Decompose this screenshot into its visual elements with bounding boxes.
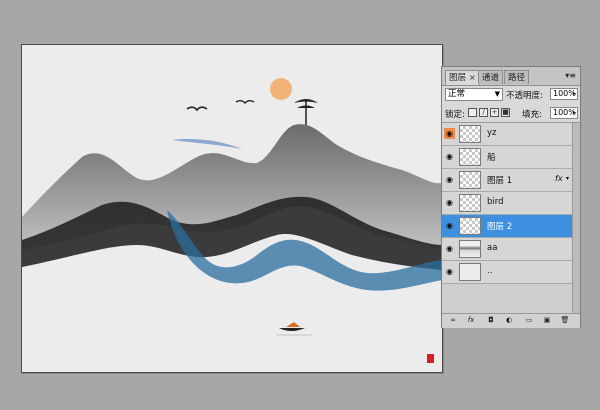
fx-icon[interactable]: fx	[555, 174, 563, 183]
layer-row-yz[interactable]: ◉ yz	[442, 123, 572, 146]
layer-thumbnail	[459, 217, 481, 235]
layer-row-bird[interactable]: ◉ bird	[442, 192, 572, 215]
red-seal-stamp	[427, 354, 434, 363]
lock-all-icon[interactable]: ■	[501, 108, 510, 117]
lock-label: 锁定:	[445, 110, 465, 120]
layer-thumbnail	[459, 263, 481, 281]
blend-mode-value: 正常	[448, 89, 466, 99]
eye-icon[interactable]: ◉	[444, 151, 455, 162]
tab-layers-label: 图层	[449, 73, 467, 83]
layer-thumbnail	[459, 125, 481, 143]
layer-thumbnail	[459, 171, 481, 189]
layers-bottom-toolbar: ∞ fx ◘ ◐ ▭ ▣ 🗑	[442, 313, 580, 328]
eye-icon[interactable]: ◉	[444, 128, 455, 139]
boat	[276, 322, 312, 336]
layer-name: 图层 1	[487, 176, 513, 186]
new-layer-icon[interactable]: ▣	[542, 316, 552, 325]
tab-paths[interactable]: 路径	[504, 70, 530, 84]
pine-tree	[294, 99, 318, 125]
opacity-label: 不透明度:	[506, 91, 543, 101]
document-canvas[interactable]	[21, 44, 443, 373]
mask-icon[interactable]: ◘	[486, 316, 496, 325]
tab-channels-label: 通道	[482, 73, 500, 83]
eye-icon[interactable]: ◉	[444, 266, 455, 277]
trash-icon[interactable]: 🗑	[560, 316, 570, 325]
layer-row-aa[interactable]: ◉ aa	[442, 238, 572, 261]
layer-name: aa	[487, 243, 498, 253]
layer-name: 图层 2	[487, 222, 513, 232]
eye-icon[interactable]: ◉	[444, 220, 455, 231]
layer-thumbnail	[459, 194, 481, 212]
bird-2	[235, 100, 255, 104]
layer-thumbnail	[459, 240, 481, 258]
lock-pixels-icon[interactable]: /	[479, 108, 488, 117]
lock-fill-row: 锁定: / + ■ 填充: 100% ▸	[442, 105, 580, 123]
layer-row-background[interactable]: ◉ ..	[442, 261, 572, 284]
adjustment-icon[interactable]: ◐	[504, 316, 514, 325]
ink-landscape-artwork	[22, 78, 442, 363]
layer-row-layer2[interactable]: ◉ 图层 2	[442, 215, 572, 238]
blend-opacity-row: 正常 ▼ 不透明度: 100% ▸	[442, 86, 580, 104]
group-folder-icon[interactable]: ▭	[524, 316, 534, 325]
lock-position-icon[interactable]: +	[490, 108, 499, 117]
fx-icon[interactable]: fx	[466, 316, 476, 325]
chevron-right-icon[interactable]: ▸	[573, 89, 576, 99]
tab-layers[interactable]: 图层 ×	[445, 70, 480, 85]
layer-name: 船	[487, 153, 496, 163]
layer-row-layer1[interactable]: ◉ 图层 1 fx ▾	[442, 169, 572, 192]
eye-icon[interactable]: ◉	[444, 197, 455, 208]
opacity-input[interactable]: 100% ▸	[550, 88, 578, 100]
panel-menu-icon[interactable]: ▾≡	[565, 71, 576, 80]
close-icon[interactable]: ×	[469, 73, 476, 82]
chevron-right-icon[interactable]: ▸	[573, 108, 576, 118]
panel-tab-bar: 图层 × 通道 路径 ▾≡	[442, 67, 580, 86]
bird-1	[186, 106, 208, 112]
layer-list: ◉ yz ◉ 船 ◉ 图层 1 fx ▾ ◉ bird ◉ 图层 2 ◉ aa …	[442, 123, 572, 313]
lock-transparency-icon[interactable]	[468, 108, 477, 117]
layer-list-scrollbar[interactable]	[572, 123, 580, 313]
tab-channels[interactable]: 通道	[478, 70, 504, 84]
layer-name: bird	[487, 197, 504, 207]
tab-paths-label: 路径	[508, 73, 526, 83]
link-icon[interactable]: ∞	[448, 316, 458, 325]
layer-thumbnail	[459, 148, 481, 166]
chevron-down-icon: ▼	[494, 90, 500, 98]
layer-name: yz	[487, 128, 497, 138]
layer-row-boat[interactable]: ◉ 船	[442, 146, 572, 169]
fill-label: 填充:	[522, 110, 542, 120]
blend-mode-select[interactable]: 正常 ▼	[445, 88, 503, 101]
fill-input[interactable]: 100% ▸	[550, 107, 578, 119]
layer-name: ..	[487, 266, 493, 276]
layers-panel: 图层 × 通道 路径 ▾≡ 正常 ▼ 不透明度: 100% ▸ 锁定: / + ■…	[441, 66, 581, 328]
sun	[270, 78, 292, 100]
eye-icon[interactable]: ◉	[444, 243, 455, 254]
chevron-down-icon[interactable]: ▾	[566, 175, 569, 182]
eye-icon[interactable]: ◉	[444, 174, 455, 185]
